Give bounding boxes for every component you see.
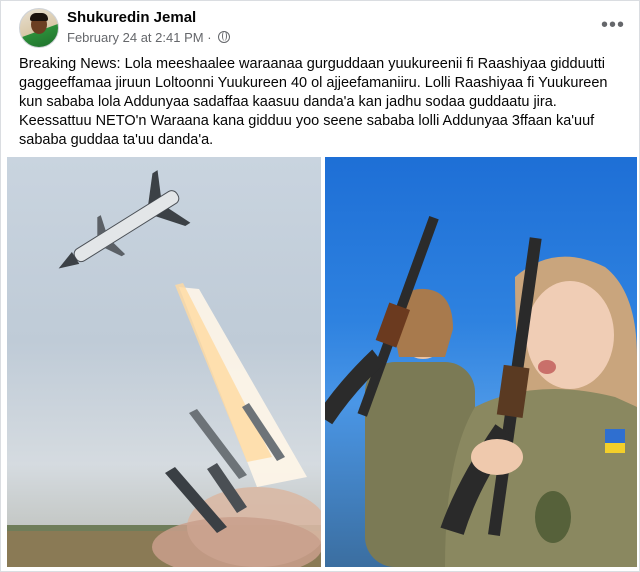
author-name[interactable]: Shukuredin Jemal	[67, 9, 196, 26]
ukraine-patch-blue	[605, 429, 625, 443]
post-body: Breaking News: Lola meeshaalee waraanaa …	[19, 55, 625, 150]
post-meta: February 24 at 2:41 PM ·	[67, 30, 231, 45]
avatar[interactable]	[19, 8, 59, 48]
missile-launch-photo[interactable]	[7, 157, 321, 567]
soldiers-illustration	[325, 215, 637, 567]
avatar-hair	[30, 13, 48, 21]
soldier-hand	[471, 439, 523, 475]
facebook-post: Shukuredin Jemal February 24 at 2:41 PM …	[0, 0, 640, 572]
more-horizontal-icon[interactable]: •••	[601, 15, 625, 35]
post-body-text: Breaking News: Lola meeshaalee waraanaa …	[19, 56, 608, 148]
soldier-lips	[538, 360, 556, 374]
post-timestamp[interactable]: February 24 at 2:41 PM	[67, 30, 204, 45]
meta-separator: ·	[207, 30, 212, 45]
missile	[58, 170, 191, 269]
post-media[interactable]	[7, 157, 637, 571]
ukraine-patch-yellow	[605, 443, 625, 453]
soldier-face-front	[526, 281, 614, 389]
grenade	[535, 491, 571, 543]
post-header: Shukuredin Jemal February 24 at 2:41 PM …	[1, 1, 640, 53]
exhaust-flame	[175, 283, 272, 462]
globe-icon[interactable]	[218, 31, 231, 43]
soldiers-with-rifles-photo[interactable]	[325, 157, 637, 567]
missile-launch-illustration	[7, 170, 321, 567]
